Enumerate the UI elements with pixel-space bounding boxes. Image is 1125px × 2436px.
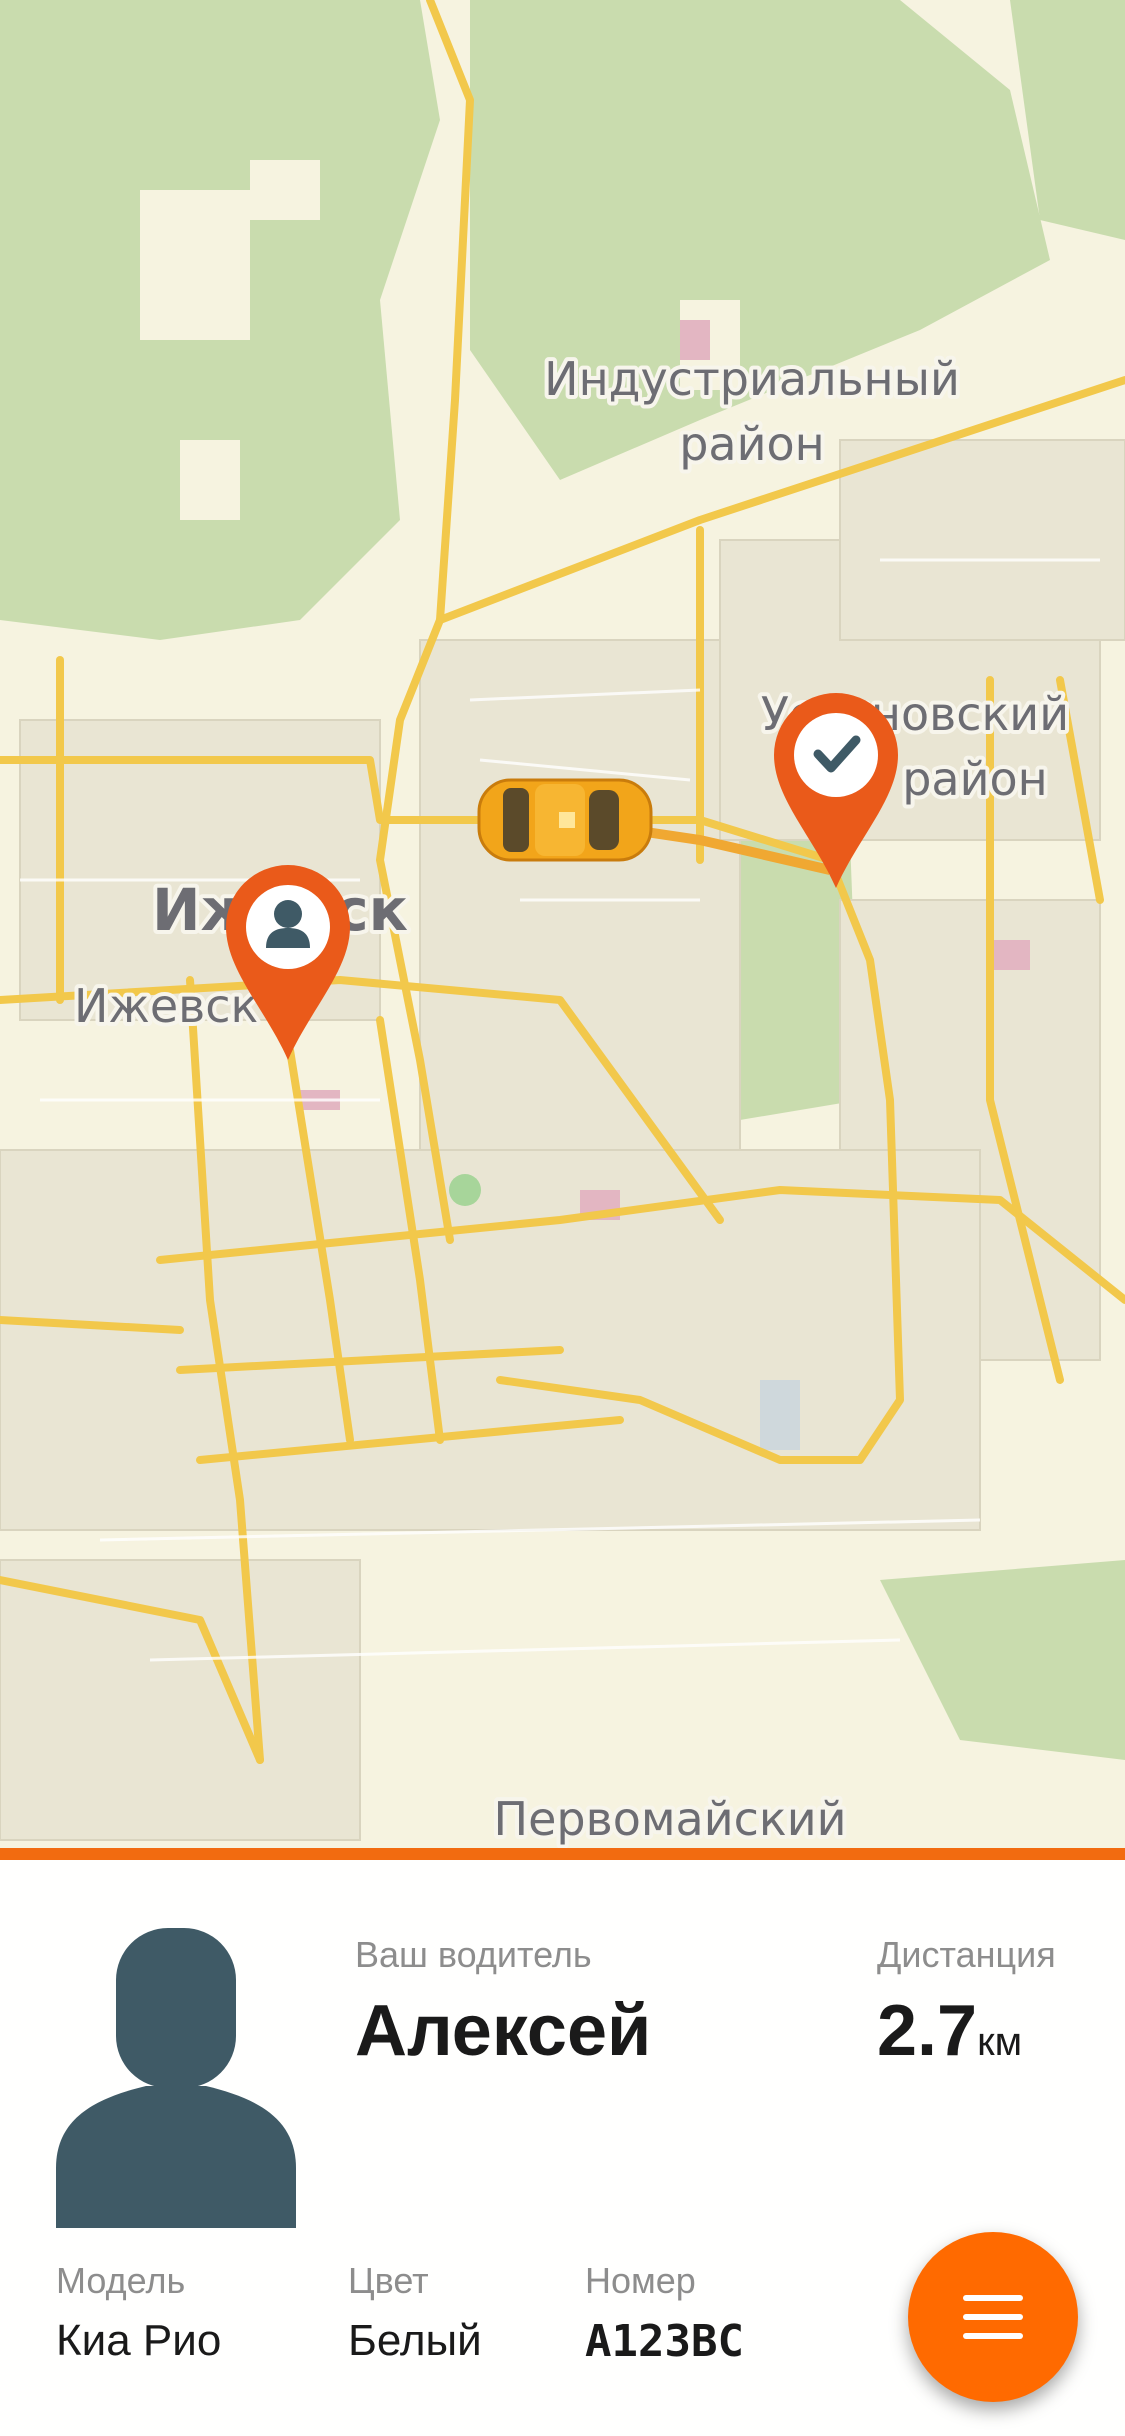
distance-value: 2.7: [877, 1991, 978, 2071]
district-label-industrialny: Индустриальный: [544, 352, 960, 406]
city-sublabel: Ижевск: [74, 979, 258, 1033]
district-label-industrialny-suffix: район: [679, 417, 825, 471]
taxi-car-icon[interactable]: [477, 778, 653, 862]
car-model: Киа Рио: [56, 2316, 222, 2365]
avatar-person-icon: [56, 1928, 296, 2228]
distance-label: Дистанция: [877, 1934, 1056, 1975]
driver-info-panel: Ваш водитель Алексей Дистанция 2.7км Мод…: [0, 1848, 1125, 2436]
color-label: Цвет: [348, 2260, 429, 2301]
district-label-ustinovsky-suffix: район: [902, 752, 1048, 806]
driver-label: Ваш водитель: [355, 1934, 592, 1975]
driver-avatar: [56, 1928, 296, 2228]
car-color: Белый: [348, 2316, 482, 2365]
plate-label: Номер: [585, 2260, 696, 2301]
license-plate: А123ВС: [585, 2316, 744, 2367]
map-view[interactable]: Индустриальный район Устиновский район П…: [0, 0, 1125, 1848]
model-label: Модель: [56, 2260, 186, 2301]
menu-button[interactable]: [908, 2232, 1078, 2402]
district-label-pervomaisky: Первомайский: [494, 1792, 847, 1846]
distance-readout: 2.7км: [877, 1990, 1022, 2072]
menu-icon: [963, 2295, 1023, 2339]
driver-name: Алексей: [355, 1991, 652, 2071]
distance-unit: км: [977, 2020, 1023, 2064]
